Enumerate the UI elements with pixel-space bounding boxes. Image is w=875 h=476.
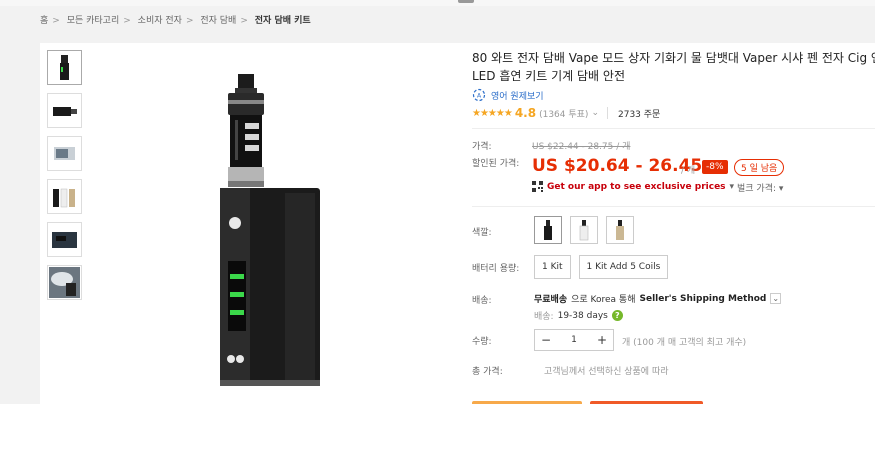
scroll-hint (458, 0, 474, 3)
swatch-black[interactable] (534, 216, 562, 244)
translate-link[interactable]: A 영어 원제보기 (472, 88, 544, 102)
caret-down-icon: ▾ (729, 181, 735, 192)
smoke-thumbnail-icon (49, 267, 80, 298)
translate-label: 영어 원제보기 (491, 91, 544, 102)
breadcrumb-separator: > (123, 16, 131, 26)
app-promo-text: Get our app to see exclusive prices (547, 181, 726, 192)
quantity-decrease-button[interactable]: − (535, 333, 557, 347)
rating-score: 4.8 (514, 106, 537, 120)
vape-device-icon (220, 74, 320, 386)
app-promo-link[interactable]: Get our app to see exclusive prices ▾ (532, 181, 734, 192)
divider (472, 206, 875, 207)
delivery-time: 배송: 19-38 days ? (534, 309, 623, 322)
total-price-note: 고객님께서 선택하신 상품에 따라 (544, 367, 669, 377)
chevron-down-icon[interactable]: ⌄ (770, 293, 782, 304)
quantity-label: 수량: (472, 337, 492, 347)
thumbnail-4[interactable] (47, 179, 82, 214)
breadcrumb-e-cigarette[interactable]: 전자 담배 (200, 16, 236, 26)
rating-row: ★★★★★ 4.8 (1364 투표) ⌄ 2733 주문 (472, 106, 660, 120)
per-unit-label: / 개 (681, 166, 696, 176)
translate-icon: A (472, 88, 486, 102)
option-1-kit[interactable]: 1 Kit (534, 255, 571, 279)
free-shipping-text: 무료배송 (534, 295, 568, 305)
product-card: 80 와트 전자 담배 Vape 모드 상자 기화기 물 담뱃대 Vaper 시… (40, 43, 875, 404)
quantity-input[interactable]: 1 (557, 335, 591, 345)
breadcrumb-all-categories[interactable]: 모든 카타고리 (67, 16, 120, 26)
black-device-icon (544, 220, 552, 240)
product-title: 80 와트 전자 담배 Vape 모드 상자 기화기 물 담뱃대 Vaper 시… (472, 49, 875, 85)
bulk-price-toggle[interactable]: 벌크 가격: ▾ (737, 181, 783, 194)
thumbnail-2[interactable] (47, 93, 82, 128)
color-swatches (534, 216, 634, 244)
thumbnail-1[interactable] (47, 50, 82, 85)
thumbnail-5[interactable] (47, 222, 82, 257)
package-thumbnail-icon (52, 232, 77, 248)
thumbnail-6[interactable] (47, 265, 82, 300)
thumbnail-3[interactable] (47, 136, 82, 171)
top-strip (0, 0, 875, 6)
original-price: US $22.44 - 28.75 / 개 (532, 142, 631, 152)
silver-device-icon (616, 220, 624, 240)
battery-label: 배터리 용량: (472, 264, 520, 274)
box-thumbnail-icon (54, 147, 75, 160)
quantity-increase-button[interactable]: + (591, 333, 613, 347)
breadcrumb-separator: > (240, 16, 248, 26)
product-main-image[interactable] (190, 68, 350, 398)
color-label: 색깔: (472, 228, 492, 238)
device-side-thumbnail-icon (53, 107, 77, 116)
price-label: 가격: (472, 142, 492, 152)
breadcrumb-home[interactable]: 홈 (40, 16, 48, 26)
shipping-method-name: Seller's Shipping Method (639, 293, 767, 304)
colors-thumbnail-icon (53, 188, 75, 208)
breadcrumb-consumer-electronics[interactable]: 소비자 전자 (138, 16, 182, 26)
add-to-cart-button[interactable] (590, 401, 703, 404)
divider (607, 107, 608, 119)
product-title-line2: LED 흡연 키트 기계 담배 안전 (472, 69, 625, 83)
shipping-via-text: 으로 Korea 통해 (571, 295, 636, 305)
help-icon[interactable]: ? (611, 310, 623, 321)
order-count: 2733 주문 (618, 109, 661, 120)
breadcrumb-separator: > (52, 16, 60, 26)
shipping-label: 배송: (472, 296, 492, 306)
star-rating-icon: ★★★★★ (472, 107, 513, 119)
delivery-days: 19-38 days (557, 310, 608, 321)
option-1-kit-add-5-coils[interactable]: 1 Kit Add 5 Coils (578, 255, 669, 279)
rating-votes[interactable]: (1364 투표) (539, 107, 588, 120)
breadcrumb-separator: > (185, 16, 194, 26)
breadcrumb-current: 전자 담배 키트 (254, 16, 311, 26)
thumbnail-list (47, 50, 85, 308)
qr-code-icon (532, 181, 543, 192)
chevron-down-icon[interactable]: ⌄ (591, 108, 599, 118)
swatch-white[interactable] (570, 216, 598, 244)
discount-price-label: 할인된 가격: (472, 159, 520, 169)
delivery-label: 배송: (534, 312, 554, 322)
quantity-stepper: − 1 + (534, 329, 614, 351)
swatch-silver[interactable] (606, 216, 634, 244)
device-thumbnail-icon (60, 55, 69, 80)
shipping-method: 무료배송 으로 Korea 통해 Seller's Shipping Metho… (534, 292, 782, 305)
discounted-price: US $20.64 - 26.45 (532, 156, 703, 176)
bulk-price-label: 벌크 가격: (737, 184, 777, 194)
product-title-line1: 80 와트 전자 담배 Vape 모드 상자 기화기 물 담뱃대 Vaper 시… (472, 51, 875, 65)
svg-text:A: A (477, 93, 482, 100)
white-device-icon (579, 220, 589, 241)
total-price-label: 총 가격: (472, 367, 503, 377)
days-left-badge: 5 일 남음 (734, 159, 785, 176)
buy-now-button[interactable] (472, 401, 582, 404)
breadcrumb: 홈 > 모든 카타고리 > 소비자 전자 > 전자 담배 > 전자 담배 키트 (40, 13, 311, 26)
discount-badge: -8% (702, 160, 728, 174)
battery-options: 1 Kit 1 Kit Add 5 Coils (534, 255, 669, 279)
caret-down-icon: ▾ (778, 184, 784, 194)
quantity-note: 개 (100 개 매 고객의 최고 개수) (622, 338, 747, 348)
